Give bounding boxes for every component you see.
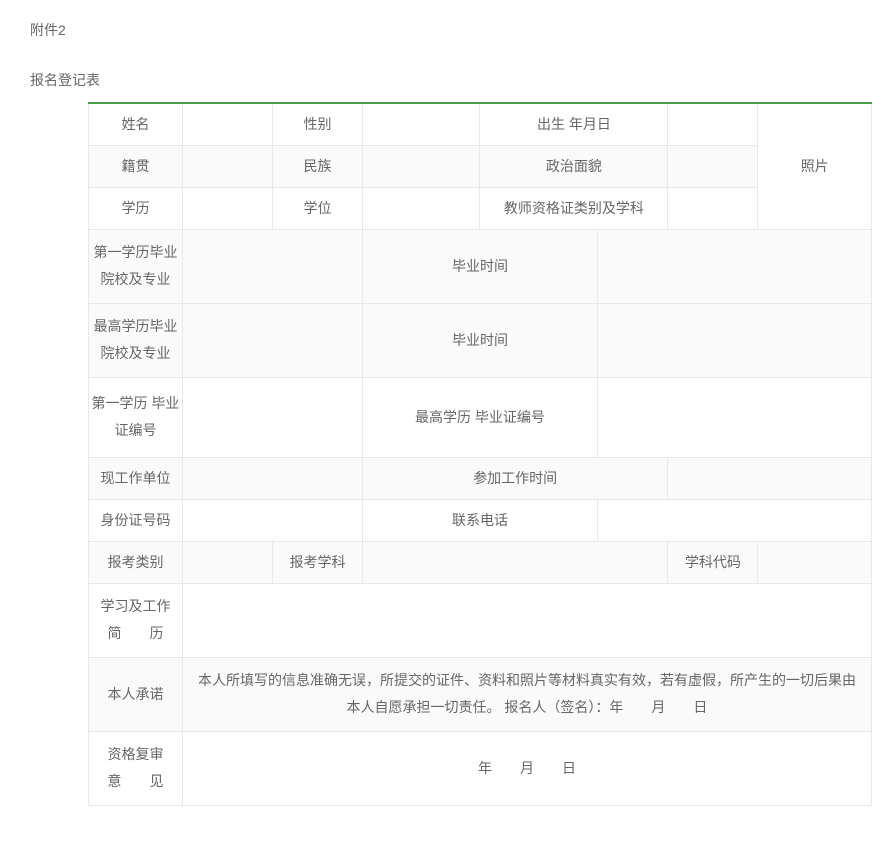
label-highest-cert-no: 最高学历 毕业证编号 <box>363 377 598 457</box>
label-grad-time-1: 毕业时间 <box>363 229 598 303</box>
page-title: 报名登记表 <box>20 70 872 90</box>
label-exam-subject: 报考学科 <box>272 541 362 583</box>
label-name: 姓名 <box>89 103 183 145</box>
value-highest-school <box>182 303 362 377</box>
label-grad-time-2: 毕业时间 <box>363 303 598 377</box>
label-work-start: 参加工作时间 <box>363 457 668 499</box>
label-resume: 学习及工作 简 历 <box>89 583 183 657</box>
value-first-cert-no <box>182 377 362 457</box>
value-grad-time-2 <box>597 303 871 377</box>
label-exam-category: 报考类别 <box>89 541 183 583</box>
label-education: 学历 <box>89 187 183 229</box>
attachment-label: 附件2 <box>20 20 872 40</box>
value-ethnicity <box>363 145 480 187</box>
value-phone <box>597 499 871 541</box>
value-highest-cert-no <box>597 377 871 457</box>
value-education <box>182 187 272 229</box>
registration-form: 姓名 性别 出生 年月日 照片 籍贯 民族 政治面貌 学历 学位 教师资格证类别… <box>20 102 872 806</box>
label-native-place: 籍贯 <box>89 145 183 187</box>
label-first-school: 第一学历毕业院校及专业 <box>89 229 183 303</box>
label-highest-school: 最高学历毕业院校及专业 <box>89 303 183 377</box>
value-name <box>182 103 272 145</box>
label-work-unit: 现工作单位 <box>89 457 183 499</box>
value-native-place <box>182 145 272 187</box>
value-gender <box>363 103 480 145</box>
label-id-number: 身份证号码 <box>89 499 183 541</box>
label-teacher-cert: 教师资格证类别及学科 <box>480 187 668 229</box>
label-birth: 出生 年月日 <box>480 103 668 145</box>
value-first-school <box>182 229 362 303</box>
label-gender: 性别 <box>272 103 362 145</box>
label-subject-code: 学科代码 <box>668 541 758 583</box>
value-id-number <box>182 499 362 541</box>
label-first-cert-no: 第一学历 毕业证编号 <box>89 377 183 457</box>
registration-table: 姓名 性别 出生 年月日 照片 籍贯 民族 政治面貌 学历 学位 教师资格证类别… <box>88 102 872 806</box>
value-exam-category <box>182 541 272 583</box>
text-review: 年 月 日 <box>182 731 871 805</box>
label-review: 资格复审 意 见 <box>89 731 183 805</box>
value-birth <box>668 103 758 145</box>
label-photo: 照片 <box>758 103 872 229</box>
label-degree: 学位 <box>272 187 362 229</box>
value-subject-code <box>758 541 872 583</box>
value-exam-subject <box>363 541 668 583</box>
value-political <box>668 145 758 187</box>
value-teacher-cert <box>668 187 758 229</box>
value-resume <box>182 583 871 657</box>
label-ethnicity: 民族 <box>272 145 362 187</box>
value-work-start <box>668 457 872 499</box>
label-commitment: 本人承诺 <box>89 657 183 731</box>
text-commitment: 本人所填写的信息准确无误，所提交的证件、资料和照片等材料真实有效，若有虚假，所产… <box>182 657 871 731</box>
label-phone: 联系电话 <box>363 499 598 541</box>
value-degree <box>363 187 480 229</box>
value-grad-time-1 <box>597 229 871 303</box>
label-political: 政治面貌 <box>480 145 668 187</box>
value-work-unit <box>182 457 362 499</box>
